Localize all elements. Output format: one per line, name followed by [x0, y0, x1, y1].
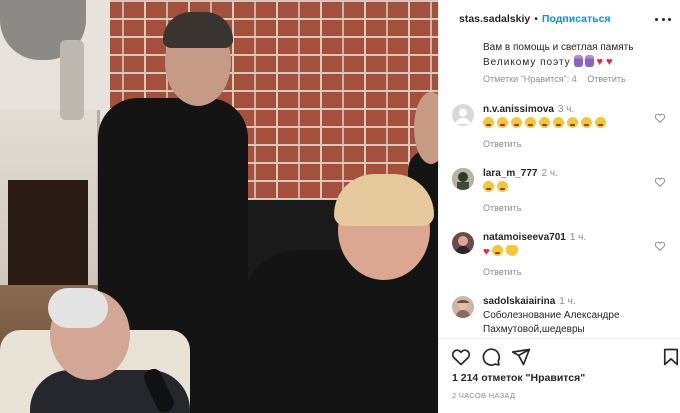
red-heart-emoji-icon: ♥	[606, 56, 614, 68]
candle-emoji-icon	[574, 55, 584, 67]
raised-hands-emoji-icon	[505, 245, 518, 256]
like-comment-heart-icon[interactable]	[654, 176, 666, 187]
sad-emoji-icon	[567, 117, 578, 128]
sad-emoji-icon	[595, 117, 606, 128]
sad-emoji-icon	[553, 117, 564, 128]
reply-button[interactable]: Ответить	[587, 74, 625, 84]
bookmark-icon[interactable]	[661, 347, 680, 367]
sad-emoji-icon	[511, 117, 522, 128]
red-heart-emoji-icon: ♥	[596, 56, 604, 68]
sad-emoji-icon	[497, 117, 508, 128]
comment-text	[483, 181, 663, 196]
seated-woman	[240, 250, 438, 413]
comment-icon[interactable]	[481, 347, 501, 367]
sad-emoji-icon	[497, 181, 508, 192]
list-item: n.v.anissimova 3 ч. Ответить	[439, 104, 680, 162]
post-header: stas.sadalskiy • Подписаться	[439, 0, 680, 38]
like-heart-icon[interactable]	[451, 347, 471, 367]
like-comment-heart-icon[interactable]	[654, 240, 666, 251]
sad-emoji-icon	[491, 245, 503, 256]
post-timestamp: 2 часов назад	[452, 391, 516, 400]
reply-button[interactable]: Ответить	[483, 139, 521, 149]
list-item: lara_m_777 2 ч. Ответить	[439, 168, 680, 226]
comment-username[interactable]: n.v.anissimova	[483, 104, 554, 115]
comment-text: ♥	[483, 245, 663, 260]
sad-emoji-icon	[483, 181, 494, 192]
list-item: natamoiseeva701 1 ч. ♥ Ответить	[439, 232, 680, 290]
reply-button[interactable]: Ответить	[483, 267, 521, 277]
comment-username[interactable]: sadolskaiairina	[483, 296, 555, 307]
post-author-username[interactable]: stas.sadalskiy	[459, 13, 530, 25]
follow-button[interactable]: Подписаться	[542, 13, 611, 25]
more-options-icon[interactable]	[655, 12, 671, 26]
post-photo[interactable]	[0, 0, 438, 413]
likes-count[interactable]: 1 214 отметок "Нравится"	[452, 372, 585, 384]
avatar[interactable]	[452, 296, 474, 318]
comment-time: 1 ч.	[569, 232, 587, 243]
avatar[interactable]	[452, 232, 474, 254]
comment-username[interactable]: lara_m_777	[483, 168, 538, 179]
avatar[interactable]	[452, 168, 474, 190]
like-comment-heart-icon[interactable]	[654, 112, 666, 123]
red-heart-emoji-icon: ♥	[483, 246, 490, 258]
comment-likes-link[interactable]: Отметки "Нравится": 4	[483, 74, 577, 84]
comment-text	[483, 117, 663, 132]
comment-time: 2 ч.	[541, 168, 558, 179]
comment-text: Вам в помощь и светлая память Великому п…	[483, 42, 634, 68]
avatar[interactable]	[452, 104, 474, 126]
candle-emoji-icon	[585, 55, 595, 67]
share-icon[interactable]	[511, 347, 531, 367]
comment-username[interactable]: natamoiseeva701	[483, 232, 566, 243]
list-item: sadolskaiairina 1 ч. Соболезнование Алекс…	[439, 296, 680, 338]
sad-emoji-icon	[525, 117, 536, 128]
sad-emoji-icon	[581, 117, 592, 128]
comment-time: 1 ч.	[559, 296, 576, 307]
comment-time: 3 ч.	[557, 104, 575, 115]
separator-dot: •	[534, 13, 538, 25]
post-action-bar	[439, 338, 680, 376]
sad-emoji-icon	[539, 117, 550, 128]
comment-text: Соболезнование Александре Пахмутовой,шед…	[483, 310, 620, 335]
reply-button[interactable]: Ответить	[483, 203, 521, 213]
comment-panel: stas.sadalskiy • Подписаться Вам в помощ…	[438, 0, 680, 413]
comments-list[interactable]: Вам в помощь и светлая память Великому п…	[439, 38, 680, 338]
sad-emoji-icon	[483, 117, 494, 128]
comment-actions: Отметки "Нравится": 4 Ответить	[483, 74, 626, 84]
